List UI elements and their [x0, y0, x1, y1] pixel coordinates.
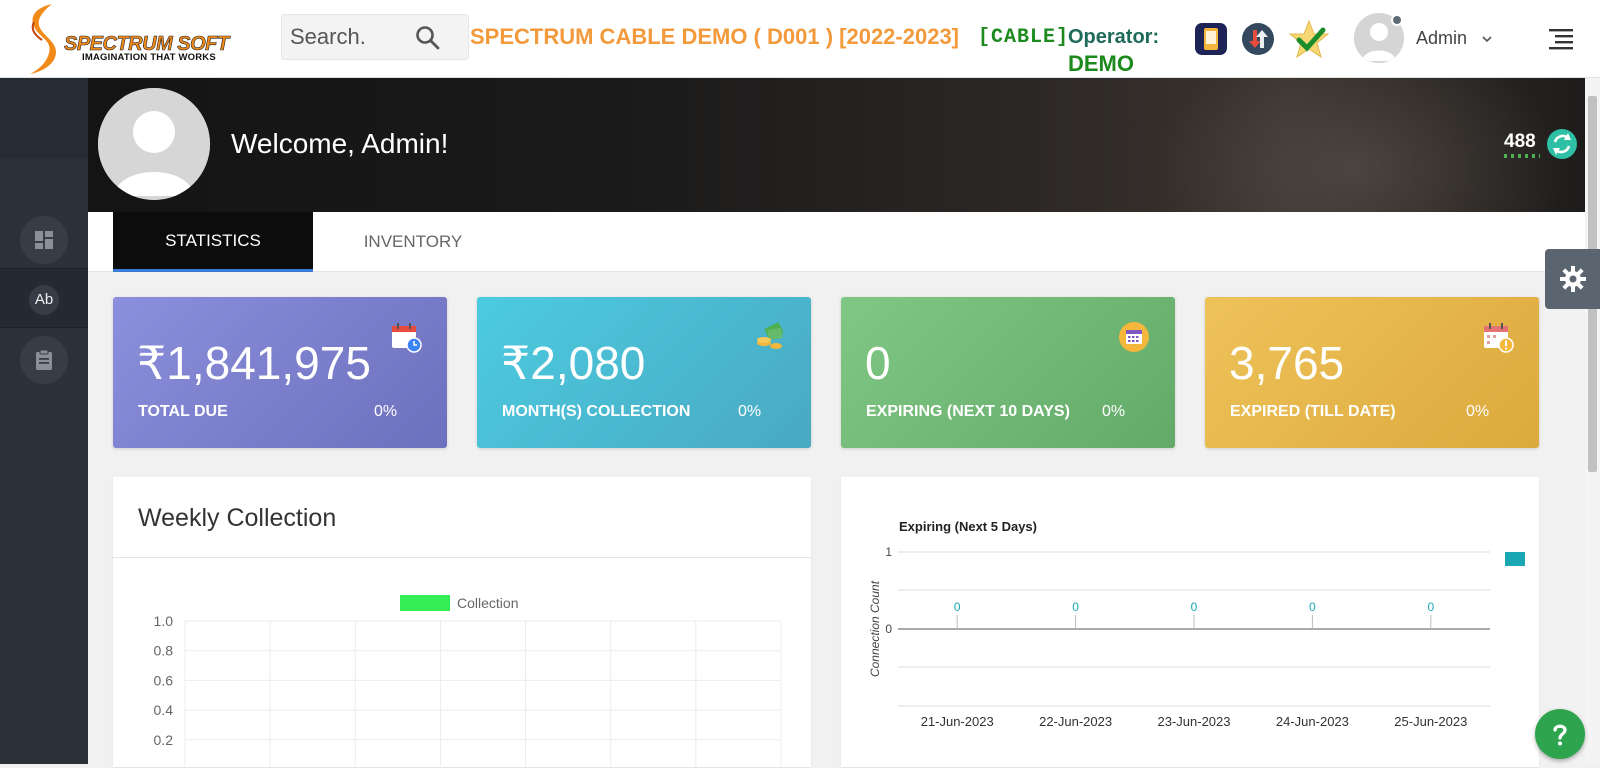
weekly-collection-chart: Collection 1.0 0.8 0.6 0.4 0.2 — [154, 595, 782, 768]
operator-value: DEMO — [1068, 51, 1134, 76]
search-box — [281, 14, 469, 60]
tab-inventory[interactable]: INVENTORY — [313, 212, 513, 272]
panel-title: Weekly Collection — [138, 504, 337, 532]
y-tick-label: 1.0 — [154, 613, 174, 629]
search-input[interactable] — [290, 23, 410, 51]
stat-label: TOTAL DUE — [138, 403, 228, 420]
weekly-collection-panel: Weekly Collection Collection 1.0 0.8 0.6 0.4… — [113, 477, 811, 768]
data-label: 0 — [1072, 600, 1079, 614]
y-axis-label: Connection Count — [868, 580, 882, 677]
sidebar-item-ab[interactable]: Ab — [0, 268, 88, 328]
company-title: SPECTRUM CABLE DEMO ( D001 ) [2022-2023] — [470, 24, 960, 49]
brand-logo[interactable]: SPECTRUM SOFT IMAGINATION THAT WORKS — [26, 0, 252, 78]
legend-label: Collection — [457, 595, 518, 611]
y-tick-label: 0.6 — [154, 672, 174, 688]
loading-dots — [1504, 154, 1540, 158]
x-tick-label: 23-Jun-2023 — [1158, 714, 1231, 729]
stat-card-expiring[interactable]: 0 EXPIRING (NEXT 10 DAYS) 0% — [841, 297, 1175, 448]
data-label: 0 — [1309, 600, 1316, 614]
logo-mark-icon — [30, 4, 56, 74]
profile-avatar-icon — [98, 88, 210, 200]
data-label: 0 — [1427, 600, 1434, 614]
search-icon[interactable] — [414, 24, 442, 52]
stat-value: 3,765 — [1229, 337, 1345, 389]
clipboard-icon — [36, 349, 52, 370]
y-tick-label: 0.4 — [154, 702, 174, 718]
x-tick-label: 21-Jun-2023 — [921, 714, 994, 729]
service-tag: [CABLE] — [978, 26, 1070, 49]
sidebar-item-ab-label: Ab — [29, 285, 59, 315]
stat-value: ₹2,080 — [501, 337, 646, 389]
settings-button[interactable] — [1545, 249, 1600, 309]
data-label: 0 — [1191, 600, 1198, 614]
stat-card-total-due[interactable]: ₹1,841,975 TOTAL DUE 0% — [113, 297, 447, 448]
stat-percent: 0% — [738, 403, 762, 420]
stat-value: ₹1,841,975 — [137, 337, 371, 389]
help-icon — [1553, 724, 1567, 746]
y-tick-label: 1 — [885, 545, 892, 559]
stat-percent: 0% — [1102, 403, 1126, 420]
x-tick-label: 24-Jun-2023 — [1276, 714, 1349, 729]
stat-label: EXPIRED (TILL DATE) — [1230, 403, 1396, 420]
stat-label: EXPIRING (NEXT 10 DAYS) — [866, 403, 1070, 420]
dashboard-icon — [35, 231, 53, 249]
welcome-banner: Welcome, Admin! 488 — [88, 78, 1585, 212]
notification-count: 488 — [1504, 131, 1536, 152]
menu-icon[interactable] — [1549, 27, 1573, 53]
expiring-panel: Expiring (Next 5 Days) Connection Count 1 0… — [841, 477, 1539, 767]
money-coins-icon — [757, 322, 784, 349]
stat-label: MONTH(S) COLLECTION — [502, 403, 691, 420]
user-name[interactable]: Admin — [1416, 28, 1467, 49]
chevron-down-icon[interactable] — [1481, 33, 1493, 45]
calendar-warning-icon — [1484, 323, 1514, 353]
calendar-badge-icon — [1119, 322, 1149, 352]
help-button[interactable] — [1535, 709, 1585, 759]
y-tick-label: 0 — [885, 622, 892, 636]
stat-value: 0 — [865, 337, 891, 389]
download-upload-icon[interactable] — [1241, 22, 1275, 56]
stat-card-month-collection[interactable]: ₹2,080 MONTH(S) COLLECTION 0% — [477, 297, 811, 448]
operator-label: Operator: — [1068, 26, 1160, 48]
sidebar-top — [0, 78, 88, 158]
stat-percent: 0% — [1466, 403, 1490, 420]
tab-statistics[interactable]: STATISTICS — [113, 212, 313, 272]
x-tick-label: 22-Jun-2023 — [1039, 714, 1112, 729]
welcome-message: Welcome, Admin! — [231, 128, 449, 159]
legend-swatch — [400, 595, 450, 611]
stat-percent: 0% — [374, 403, 398, 420]
gear-icon — [1559, 266, 1586, 292]
legend-swatch — [1505, 552, 1525, 566]
chart-title: Expiring (Next 5 Days) — [899, 519, 1037, 534]
data-label: 0 — [954, 600, 961, 614]
y-tick-label: 0.2 — [154, 732, 174, 748]
status-dot — [1391, 14, 1403, 26]
brand-tagline: IMAGINATION THAT WORKS — [82, 52, 216, 63]
expiring-chart: Expiring (Next 5 Days) Connection Count 1 0… — [868, 519, 1525, 729]
app-icon[interactable] — [1194, 22, 1228, 56]
calendar-clock-icon — [392, 323, 422, 353]
stat-card-expired[interactable]: 3,765 EXPIRED (TILL DATE) 0% — [1205, 297, 1539, 448]
verified-star-icon[interactable] — [1287, 18, 1331, 62]
page-scrollbar[interactable] — [1585, 78, 1600, 764]
sidebar-item-clipboard[interactable] — [20, 336, 68, 384]
y-tick-label: 0.8 — [154, 643, 174, 659]
x-tick-label: 25-Jun-2023 — [1394, 714, 1467, 729]
refresh-icon[interactable] — [1546, 128, 1578, 160]
tab-bar: STATISTICS INVENTORY — [88, 212, 1585, 272]
sidebar-item-dashboard[interactable] — [20, 216, 68, 264]
top-header: SPECTRUM SOFT IMAGINATION THAT WORKS SPE… — [0, 0, 1600, 78]
left-sidebar: Ab — [0, 78, 88, 764]
